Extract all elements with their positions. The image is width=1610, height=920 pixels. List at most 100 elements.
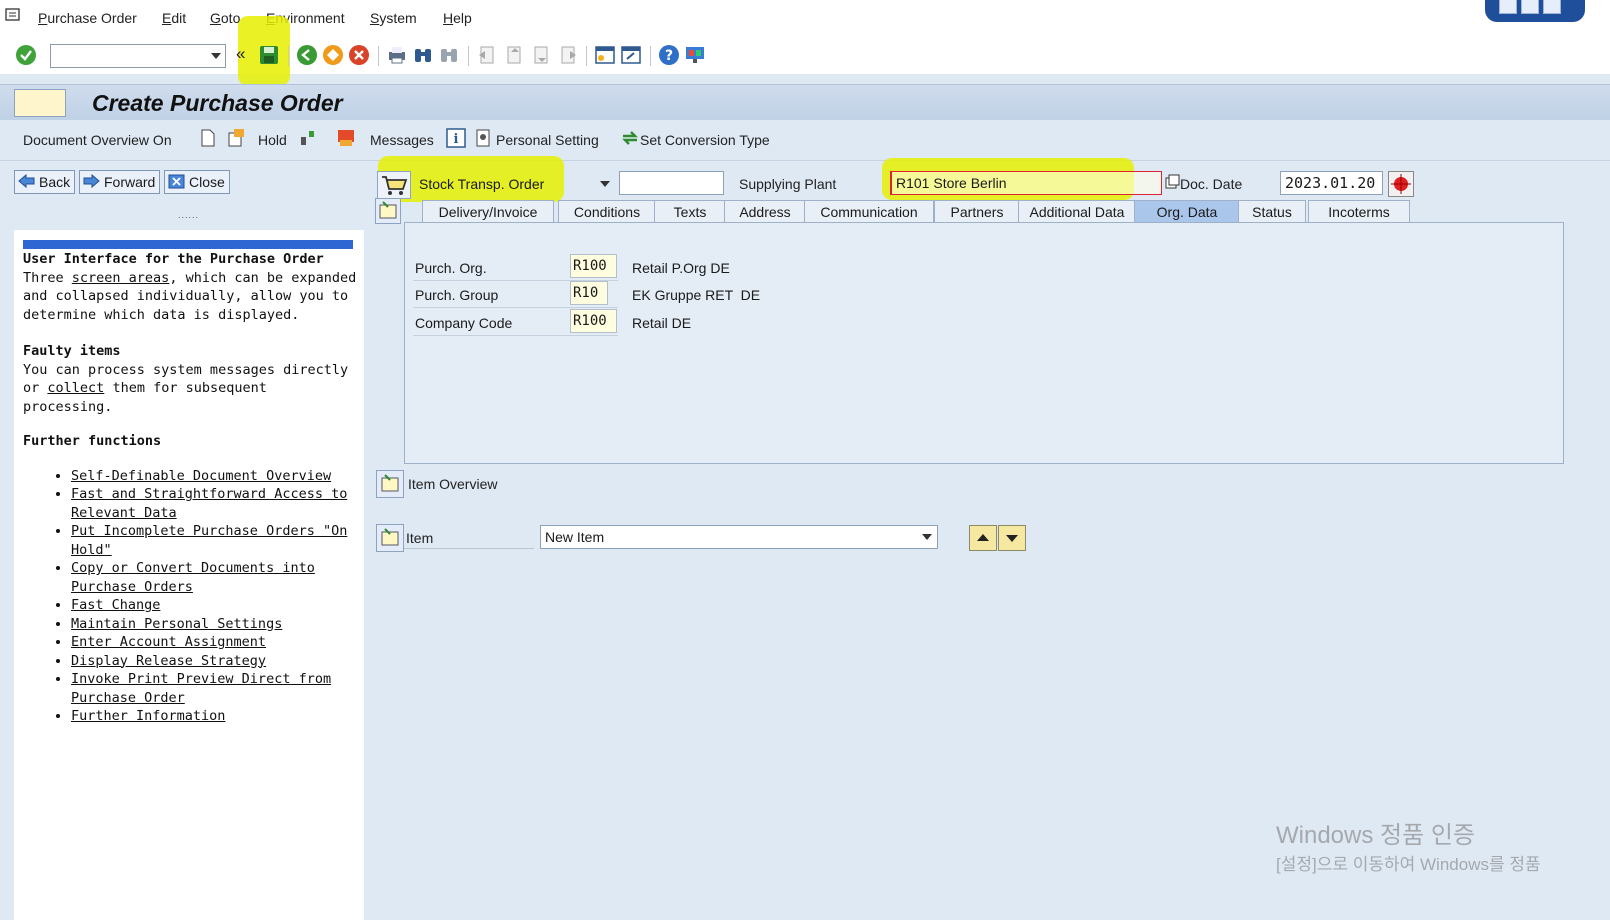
menu-help[interactable]: Help: [443, 10, 472, 26]
company-code-label: Company Code: [415, 315, 513, 331]
tab-address[interactable]: Address: [724, 200, 806, 223]
last-page-icon[interactable]: [557, 44, 579, 66]
help-link[interactable]: Put Incomplete Purchase Orders "On Hold": [71, 523, 347, 558]
help-link[interactable]: Self-Definable Document Overview: [71, 468, 331, 484]
help-link[interactable]: Enter Account Assignment: [71, 634, 266, 650]
first-page-icon[interactable]: [476, 44, 498, 66]
next-item-button[interactable]: [998, 525, 1026, 551]
purch-group-label: Purch. Group: [415, 287, 499, 303]
tab-conditions[interactable]: Conditions: [558, 200, 656, 223]
toolbar-separator: [378, 46, 379, 66]
set-conversion-type-button[interactable]: Set Conversion Type: [640, 132, 770, 148]
search-help-icon[interactable]: [1164, 174, 1180, 190]
help-text-box: User Interface for the Purchase Order Th…: [14, 230, 364, 920]
messages-button[interactable]: Messages: [370, 132, 434, 148]
close-icon: [168, 174, 185, 189]
close-window-icon[interactable]: [1543, 0, 1561, 14]
help-header-bar: [23, 240, 353, 249]
messages-icon[interactable]: [336, 128, 356, 148]
other-purchase-order-icon[interactable]: [226, 128, 246, 148]
cart-icon[interactable]: [377, 171, 411, 199]
item-select[interactable]: New Item: [540, 525, 938, 549]
shortcut-icon[interactable]: [620, 44, 642, 66]
company-code-field[interactable]: R100: [570, 309, 617, 333]
create-session-icon[interactable]: [594, 44, 616, 66]
application-toolbar: Document Overview On Hold Messages i Per…: [0, 120, 1610, 161]
enter-icon[interactable]: [15, 44, 37, 66]
exit-icon[interactable]: [322, 44, 344, 66]
status-light-icon[interactable]: [1388, 171, 1414, 197]
tab-org-data[interactable]: Org. Data: [1134, 200, 1240, 223]
personal-setting-icon[interactable]: [474, 128, 494, 148]
tab-status[interactable]: Status: [1238, 200, 1306, 223]
supplying-plant-input[interactable]: R101 Store Berlin: [890, 171, 1162, 195]
personal-setting-button[interactable]: Personal Setting: [496, 132, 599, 148]
check-icon[interactable]: [298, 128, 318, 148]
item-select-value: New Item: [545, 529, 605, 545]
menu-purchase-order[interactable]: Purchase Order: [38, 10, 137, 26]
help-link[interactable]: Display Release Strategy: [71, 653, 266, 669]
previous-item-button[interactable]: [969, 525, 997, 551]
order-type-select[interactable]: Stock Transp. Order: [414, 172, 616, 194]
help-link[interactable]: Fast Change: [71, 597, 160, 613]
services-for-object-icon[interactable]: [14, 89, 66, 117]
tab-incoterms[interactable]: Incoterms: [1308, 200, 1410, 223]
back-button[interactable]: Back: [14, 170, 76, 194]
toolbar-separator: [586, 46, 587, 66]
tab-communication[interactable]: Communication: [804, 200, 934, 223]
tab-partners[interactable]: Partners: [934, 200, 1020, 223]
purch-org-field[interactable]: R100: [570, 254, 617, 278]
doc-date-input[interactable]: 2023.01.20: [1280, 171, 1383, 195]
previous-page-icon[interactable]: [503, 44, 525, 66]
back-icon[interactable]: [296, 44, 318, 66]
hold-button[interactable]: Hold: [258, 132, 287, 148]
tab-additional-data[interactable]: Additional Data: [1018, 200, 1136, 223]
help-link[interactable]: Invoke Print Preview Direct from Purchas…: [71, 671, 331, 706]
help-link[interactable]: Fast and Straightforward Access to Relev…: [71, 486, 347, 521]
list-item: Enter Account Assignment: [71, 633, 358, 652]
menu-system[interactable]: System: [370, 10, 417, 26]
close-label: Close: [189, 174, 225, 190]
cancel-icon[interactable]: [348, 44, 370, 66]
help-link[interactable]: Copy or Convert Documents into Purchase …: [71, 560, 315, 595]
help-heading-further: Further functions: [23, 433, 162, 449]
chevron-down-icon[interactable]: [922, 534, 932, 540]
menu-edit[interactable]: Edit: [162, 10, 186, 26]
splitter-handle[interactable]: ......: [178, 210, 199, 220]
item-overview-toggle-icon[interactable]: [376, 470, 404, 498]
menu-goto[interactable]: Goto: [210, 10, 240, 26]
command-field-toggle[interactable]: «: [236, 44, 245, 64]
collapse-header-icon[interactable]: [375, 198, 401, 224]
window-menu-icon[interactable]: [5, 8, 21, 22]
forward-button[interactable]: Forward: [79, 170, 161, 194]
maximize-icon[interactable]: [1521, 0, 1539, 14]
help-icon[interactable]: ?: [658, 44, 680, 66]
customize-layout-icon[interactable]: [684, 44, 706, 66]
find-next-icon[interactable]: [438, 44, 460, 66]
help-link[interactable]: Maintain Personal Settings: [71, 616, 282, 632]
help-heading-faulty: Faulty items: [23, 343, 121, 359]
command-field[interactable]: [50, 44, 226, 68]
next-page-icon[interactable]: [530, 44, 552, 66]
create-document-icon[interactable]: [198, 128, 218, 148]
tab-texts[interactable]: Texts: [654, 200, 726, 223]
order-number-input[interactable]: [619, 171, 724, 195]
conversion-type-icon[interactable]: [620, 128, 640, 148]
help-links-list: Self-Definable Document Overview Fast an…: [23, 467, 358, 726]
svg-text:?: ?: [665, 48, 673, 64]
item-detail-toggle-icon[interactable]: [376, 524, 404, 552]
purch-group-field[interactable]: R10: [570, 281, 608, 305]
screen-areas-link[interactable]: screen areas: [72, 270, 170, 286]
print-icon[interactable]: [386, 44, 408, 66]
tab-delivery-invoice[interactable]: Delivery/Invoice: [422, 200, 554, 223]
minimize-icon[interactable]: [1499, 0, 1517, 14]
list-item: Maintain Personal Settings: [71, 615, 358, 634]
document-overview-button[interactable]: Document Overview On: [23, 132, 172, 148]
close-button[interactable]: Close: [164, 170, 230, 194]
info-icon[interactable]: i: [446, 128, 466, 148]
help-link[interactable]: Further Information: [71, 708, 225, 724]
save-icon[interactable]: [258, 44, 280, 66]
collect-link[interactable]: collect: [47, 380, 104, 396]
chevron-down-icon[interactable]: [600, 181, 610, 187]
find-icon[interactable]: [412, 44, 434, 66]
